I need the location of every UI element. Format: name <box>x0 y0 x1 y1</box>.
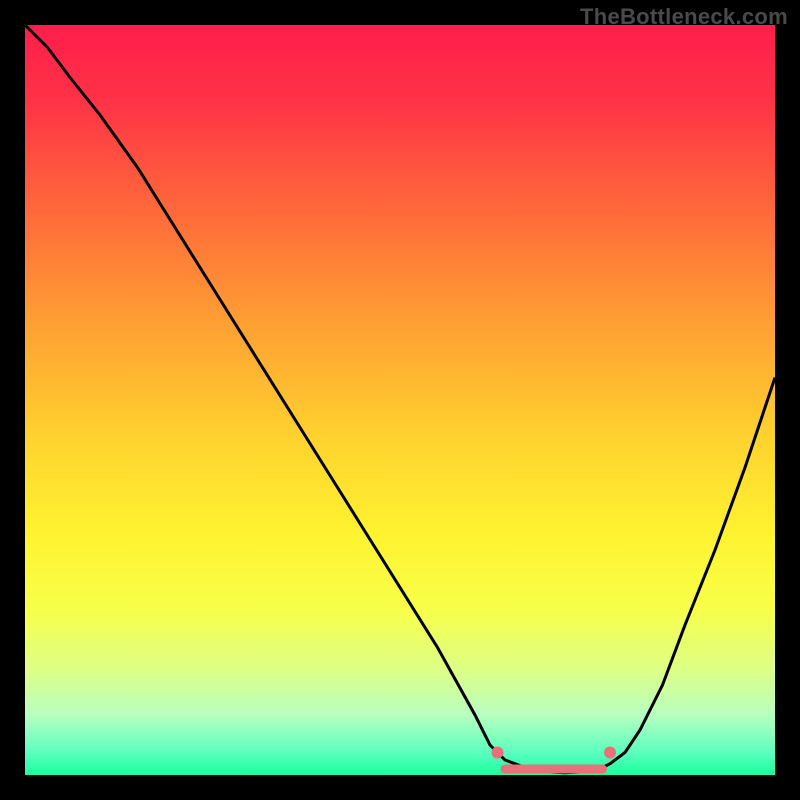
curve-layer <box>25 25 775 775</box>
bottleneck-curve <box>25 25 775 773</box>
marker-group <box>492 747 616 759</box>
watermark-text: TheBottleneck.com <box>580 4 788 30</box>
chart-frame: TheBottleneck.com <box>0 0 800 800</box>
plot-area <box>25 25 775 775</box>
series-group <box>25 25 775 773</box>
optimal-range-end-dot <box>604 747 616 759</box>
optimal-range-start-dot <box>492 747 504 759</box>
